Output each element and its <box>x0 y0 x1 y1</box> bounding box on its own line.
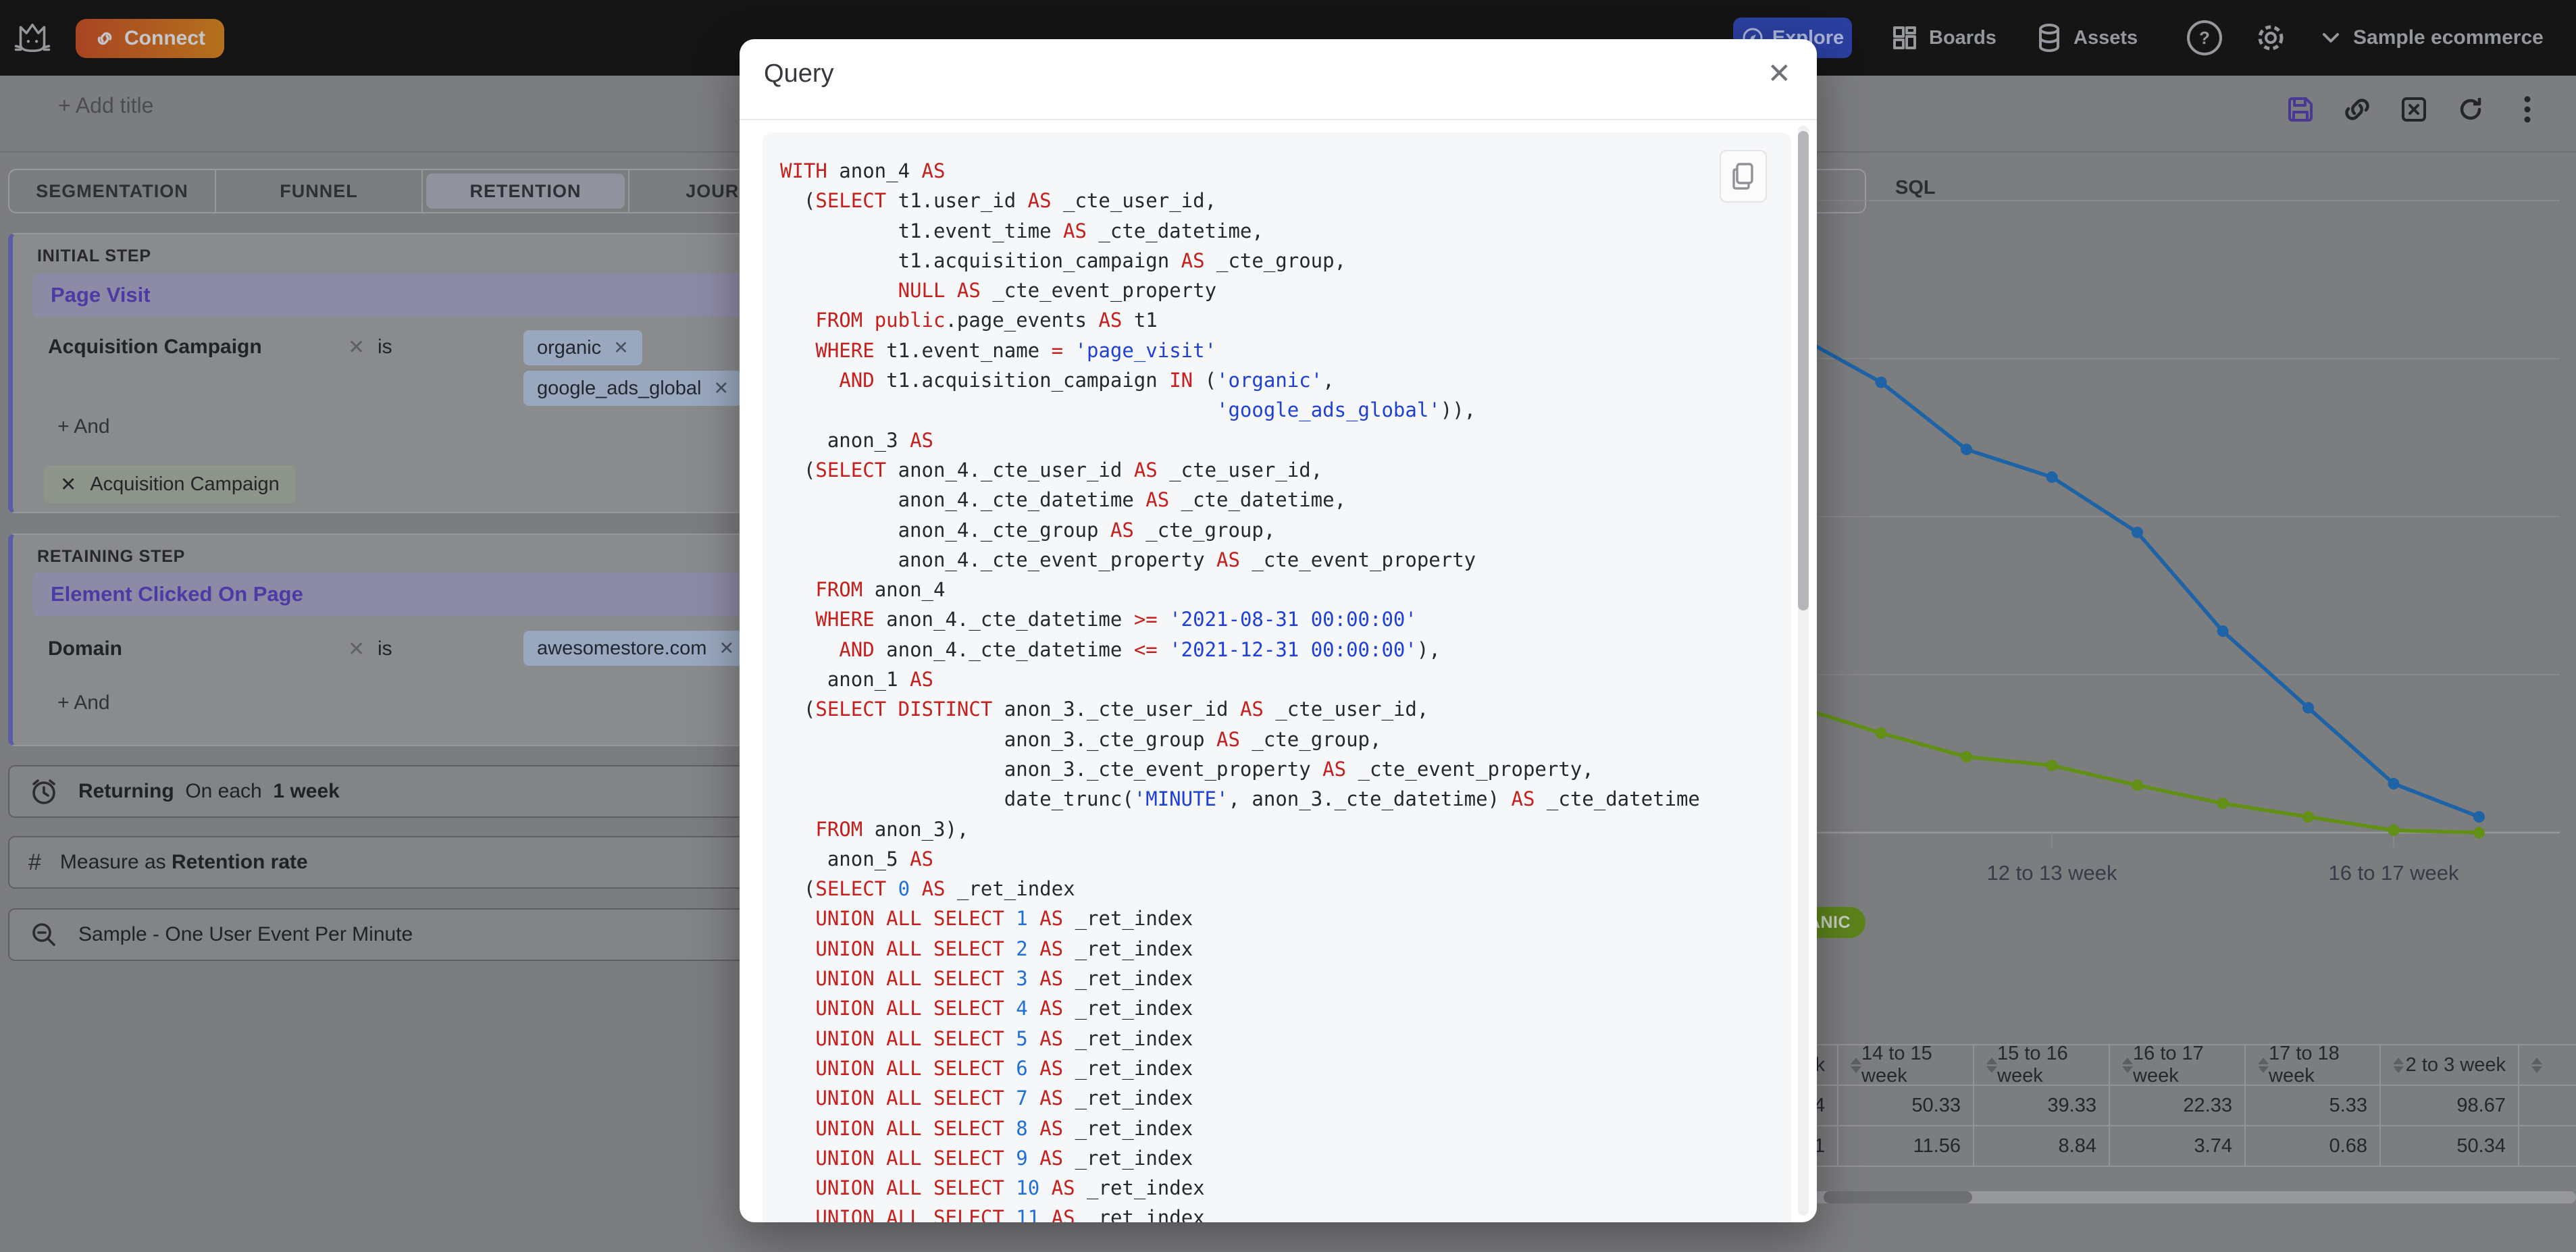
sql-line: date_trunc('MINUTE', anon_3._cte_datetim… <box>780 787 1700 811</box>
modal-scrollbar-thumb[interactable] <box>1798 131 1809 610</box>
column-header-label: 14 to 15 week <box>1861 1043 1932 1087</box>
sql-line: UNION ALL SELECT 2 AS _ret_index <box>815 937 1193 960</box>
table-cell <box>2519 1086 2576 1125</box>
sql-line: UNION ALL SELECT 9 AS _ret_index <box>815 1146 1193 1170</box>
data-point[interactable] <box>2217 625 2229 637</box>
data-point[interactable] <box>2046 760 2058 772</box>
sql-line: WHERE anon_4._cte_datetime >= '2021-08-3… <box>815 608 1417 631</box>
sort-icon[interactable] <box>2122 1057 2133 1073</box>
sort-icon[interactable] <box>2258 1057 2269 1073</box>
column-header-label: 16 to 17 week <box>2133 1043 2204 1087</box>
clipboard-icon <box>1732 163 1753 190</box>
sql-line: UNION ALL SELECT 5 AS _ret_index <box>815 1026 1193 1050</box>
horizontal-scrollbar-thumb[interactable] <box>1824 1191 1972 1203</box>
results-table: ek14 to 15 week15 to 16 week16 to 17 wee… <box>1703 1043 2576 1167</box>
table-cell: 3.74 <box>2110 1126 2246 1166</box>
table-cell: 5.33 <box>2246 1086 2381 1125</box>
column-header[interactable]: 14 to 15 week <box>1838 1043 1974 1087</box>
table-cell: 50.33 <box>1838 1086 1974 1125</box>
data-point[interactable] <box>1875 376 1887 388</box>
data-point[interactable] <box>1961 751 1972 763</box>
sql-line: anon_4._cte_event_property AS _cte_event… <box>780 548 1476 571</box>
data-point[interactable] <box>2132 526 2143 538</box>
column-header[interactable]: 2 to 3 week <box>2381 1045 2519 1085</box>
sql-line: anon_3._cte_group AS _cte_group, <box>780 727 1382 751</box>
sql-line: anon_3 AS <box>780 428 933 452</box>
column-header-label: 2 to 3 week <box>2405 1053 2506 1076</box>
sql-line: NULL AS _cte_event_property <box>898 279 1217 303</box>
sql-line: UNION ALL SELECT 4 AS _ret_index <box>815 997 1193 1020</box>
sql-line: AND t1.acquisition_campaign IN ('organic… <box>839 369 1335 392</box>
table-cell: 39.33 <box>1974 1086 2110 1125</box>
sql-line: (SELECT t1.user_id AS _cte_user_id, <box>780 189 1217 213</box>
sort-icon[interactable] <box>1851 1057 1861 1073</box>
column-header[interactable]: 16 to 17 week <box>2110 1043 2246 1087</box>
sql-line: anon_5 AS <box>780 847 933 870</box>
data-point[interactable] <box>2132 779 2143 791</box>
data-point[interactable] <box>2217 798 2229 810</box>
column-header[interactable]: 15 to 16 week <box>1974 1043 2110 1087</box>
series-line-google_ads_global <box>1793 333 2481 819</box>
data-point[interactable] <box>2473 827 2485 839</box>
column-header-label: 15 to 16 week <box>1997 1043 2068 1087</box>
sql-line: UNION ALL SELECT 1 AS _ret_index <box>815 907 1193 931</box>
table-cell: 8.84 <box>1974 1126 2110 1166</box>
sql-line: UNION ALL SELECT 10 AS _ret_index <box>815 1176 1205 1200</box>
sql-line: t1.event_time AS _cte_datetime, <box>780 219 1264 242</box>
data-point[interactable] <box>2302 811 2314 823</box>
sql-line: WHERE t1.event_name = 'page_visit' <box>815 338 1217 362</box>
sql-line: anon_4._cte_datetime AS _cte_datetime, <box>780 488 1347 512</box>
sql-line: UNION ALL SELECT 11 AS _ret_index <box>815 1206 1205 1222</box>
column-header[interactable]: 17 to 18 week <box>2246 1043 2381 1087</box>
sort-icon[interactable] <box>2393 1057 2404 1073</box>
copy-sql-button[interactable] <box>1720 150 1767 203</box>
sql-line: anon_1 AS <box>780 668 933 692</box>
data-point[interactable] <box>2388 824 2400 836</box>
sql-line: (SELECT DISTINCT anon_3._cte_user_id AS … <box>780 698 1429 721</box>
modal-title: Query <box>764 59 834 88</box>
data-point[interactable] <box>2302 702 2314 714</box>
close-icon[interactable]: ✕ <box>1768 59 1791 88</box>
table-cell: 22.33 <box>2110 1086 2246 1125</box>
x-axis-label: 16 to 17 week <box>2328 861 2459 885</box>
divider <box>740 119 1817 120</box>
sql-line: 'google_ads_global')), <box>1216 398 1476 422</box>
table-header-row: ek14 to 15 week15 to 16 week16 to 17 wee… <box>1703 1043 2576 1087</box>
table-cell: 11.56 <box>1838 1126 1974 1166</box>
sql-line: (SELECT anon_4._cte_user_id AS _cte_user… <box>780 458 1323 481</box>
table-cell <box>2519 1126 2576 1166</box>
sql-line: UNION ALL SELECT 8 AS _ret_index <box>815 1116 1193 1140</box>
table-cell: 0.68 <box>2246 1126 2381 1166</box>
sql-line: anon_3._cte_event_property AS _cte_event… <box>780 757 1594 781</box>
table-row[interactable]: 3111.568.843.740.6850.34 <box>1703 1126 2576 1167</box>
table-cell: 98.67 <box>2381 1086 2519 1125</box>
column-header[interactable]: 3 <box>2519 1045 2576 1085</box>
data-point[interactable] <box>2473 811 2485 823</box>
sql-code-block: WITH anon_4 AS (SELECT t1.user_id AS _ct… <box>763 132 1791 1222</box>
x-axis-label: 12 to 13 week <box>1986 861 2117 885</box>
sql-line: WITH anon_4 AS <box>780 159 946 182</box>
sql-line: AND anon_4._cte_datetime <= '2021-12-31 … <box>839 637 1441 661</box>
sql-line: FROM anon_3), <box>815 817 969 841</box>
data-point[interactable] <box>2388 777 2400 789</box>
table-row[interactable]: 6450.3339.3322.335.3398.67 <box>1703 1086 2576 1126</box>
sql-line: UNION ALL SELECT 7 AS _ret_index <box>815 1087 1193 1110</box>
table-cell: 50.34 <box>2381 1126 2519 1166</box>
sql-line: UNION ALL SELECT 3 AS _ret_index <box>815 967 1193 991</box>
sort-icon[interactable] <box>2531 1057 2542 1073</box>
sql-line: anon_4._cte_group AS _cte_group, <box>780 518 1276 542</box>
sql-line: (SELECT 0 AS _ret_index <box>780 877 1075 901</box>
data-point[interactable] <box>2046 471 2058 483</box>
sql-line: FROM anon_4 <box>815 578 946 602</box>
query-modal: Query ✕ WITH anon_4 AS (SELECT t1.user_i… <box>740 39 1817 1222</box>
sort-icon[interactable] <box>1986 1057 1997 1073</box>
sql-line: UNION ALL SELECT 6 AS _ret_index <box>815 1056 1193 1080</box>
data-point[interactable] <box>1961 444 1972 456</box>
column-header-label: 17 to 18 week <box>2269 1043 2340 1087</box>
sql-line: FROM public.page_events AS t1 <box>815 309 1158 332</box>
data-point[interactable] <box>1875 727 1887 739</box>
sql-line: t1.acquisition_campaign AS _cte_group, <box>780 249 1347 272</box>
